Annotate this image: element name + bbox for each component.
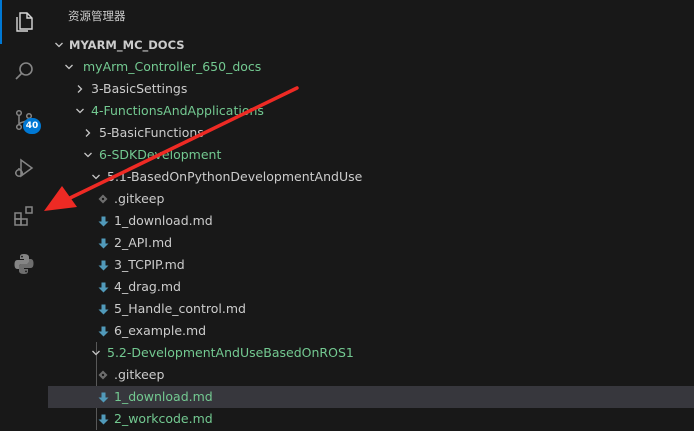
explorer-title: 资源管理器 [68,9,126,23]
workspace-root-row[interactable]: MYARM_MC_DOCS [48,34,694,56]
file-row-py-drag[interactable]: 4_drag.md [48,276,694,298]
scm-count-badge: 40 [23,118,41,134]
run-debug-activity-button[interactable] [0,146,48,190]
markdown-file-icon [96,408,110,430]
extensions-activity-button[interactable] [0,194,48,238]
explorer-panel: 资源管理器 MYARM_MC_DOCS myArm_Controller_650… [48,0,694,431]
file-row-py-api[interactable]: 2_API.md [48,232,694,254]
chevron-down-icon [73,100,87,122]
folder-row-myarm[interactable]: myArm_Controller_650_docs [48,56,694,78]
folder-row-basic-settings[interactable]: 3-BasicSettings [48,78,694,100]
file-row-py-gitkeep[interactable]: .gitkeep [48,188,694,210]
markdown-file-icon [96,298,110,320]
folder-row-functions[interactable]: 4-FunctionsAndApplications [48,100,694,122]
file-row-ros-workcode[interactable]: 2_workcode.md [48,408,694,430]
file-label: 3_TCPIP.md [114,257,185,272]
python-activity-button[interactable] [0,242,48,286]
file-label: 2_API.md [114,235,173,250]
folder-label: 5.1-BasedOnPythonDevelopmentAndUse [107,169,363,184]
markdown-file-icon [96,320,110,342]
markdown-file-icon [96,254,110,276]
markdown-file-icon [96,210,110,232]
chevron-down-icon [81,144,95,166]
file-row-py-example[interactable]: 6_example.md [48,320,694,342]
python-icon [14,254,34,274]
file-tree: MYARM_MC_DOCS myArm_Controller_650_docs … [48,34,694,430]
file-row-py-tcpip[interactable]: 3_TCPIP.md [48,254,694,276]
folder-label: 5.2-DevelopmentAndUseBasedOnROS1 [107,345,354,360]
file-label: 5_Handle_control.md [114,301,246,316]
git-file-icon [96,364,110,386]
chevron-down-icon [62,56,76,78]
file-label: 2_workcode.md [114,411,213,426]
file-label: 4_drag.md [114,279,181,294]
chevron-down-icon [89,166,103,188]
file-row-py-handle[interactable]: 5_Handle_control.md [48,298,694,320]
search-activity-button[interactable] [0,49,48,93]
search-icon [15,62,33,80]
folder-row-ros[interactable]: 5.2-DevelopmentAndUseBasedOnROS1 [48,342,694,364]
folder-label: myArm_Controller_650_docs [83,59,262,74]
files-icon [16,12,33,32]
chevron-right-icon [81,122,95,144]
file-label: 1_download.md [114,213,213,228]
markdown-file-icon [96,386,110,408]
workspace-root-label: MYARM_MC_DOCS [69,38,185,52]
explorer-activity-button[interactable] [0,0,48,44]
run-debug-icon [15,158,34,178]
folder-row-basic-functions[interactable]: 5-BasicFunctions [48,122,694,144]
markdown-file-icon [96,276,110,298]
file-row-py-download[interactable]: 1_download.md [48,210,694,232]
folder-label: 6-SDKDevelopment [99,147,222,162]
markdown-file-icon [96,232,110,254]
chevron-right-icon [73,78,87,100]
folder-label: 4-FunctionsAndApplications [91,103,264,118]
file-row-ros-download[interactable]: 1_download.md [48,386,694,408]
file-label: .gitkeep [114,367,165,382]
git-file-icon [96,188,110,210]
extensions-icon [14,206,33,226]
folder-row-python[interactable]: 5.1-BasedOnPythonDevelopmentAndUse [48,166,694,188]
file-label: 1_download.md [114,389,213,404]
file-row-ros-gitkeep[interactable]: .gitkeep [48,364,694,386]
file-label: .gitkeep [114,191,165,206]
activity-bar: 40 [0,0,48,431]
chevron-down-icon [52,34,66,56]
folder-label: 5-BasicFunctions [99,125,204,140]
chevron-down-icon [89,342,103,364]
file-label: 6_example.md [114,323,207,338]
folder-label: 3-BasicSettings [91,81,188,96]
folder-row-sdk[interactable]: 6-SDKDevelopment [48,144,694,166]
